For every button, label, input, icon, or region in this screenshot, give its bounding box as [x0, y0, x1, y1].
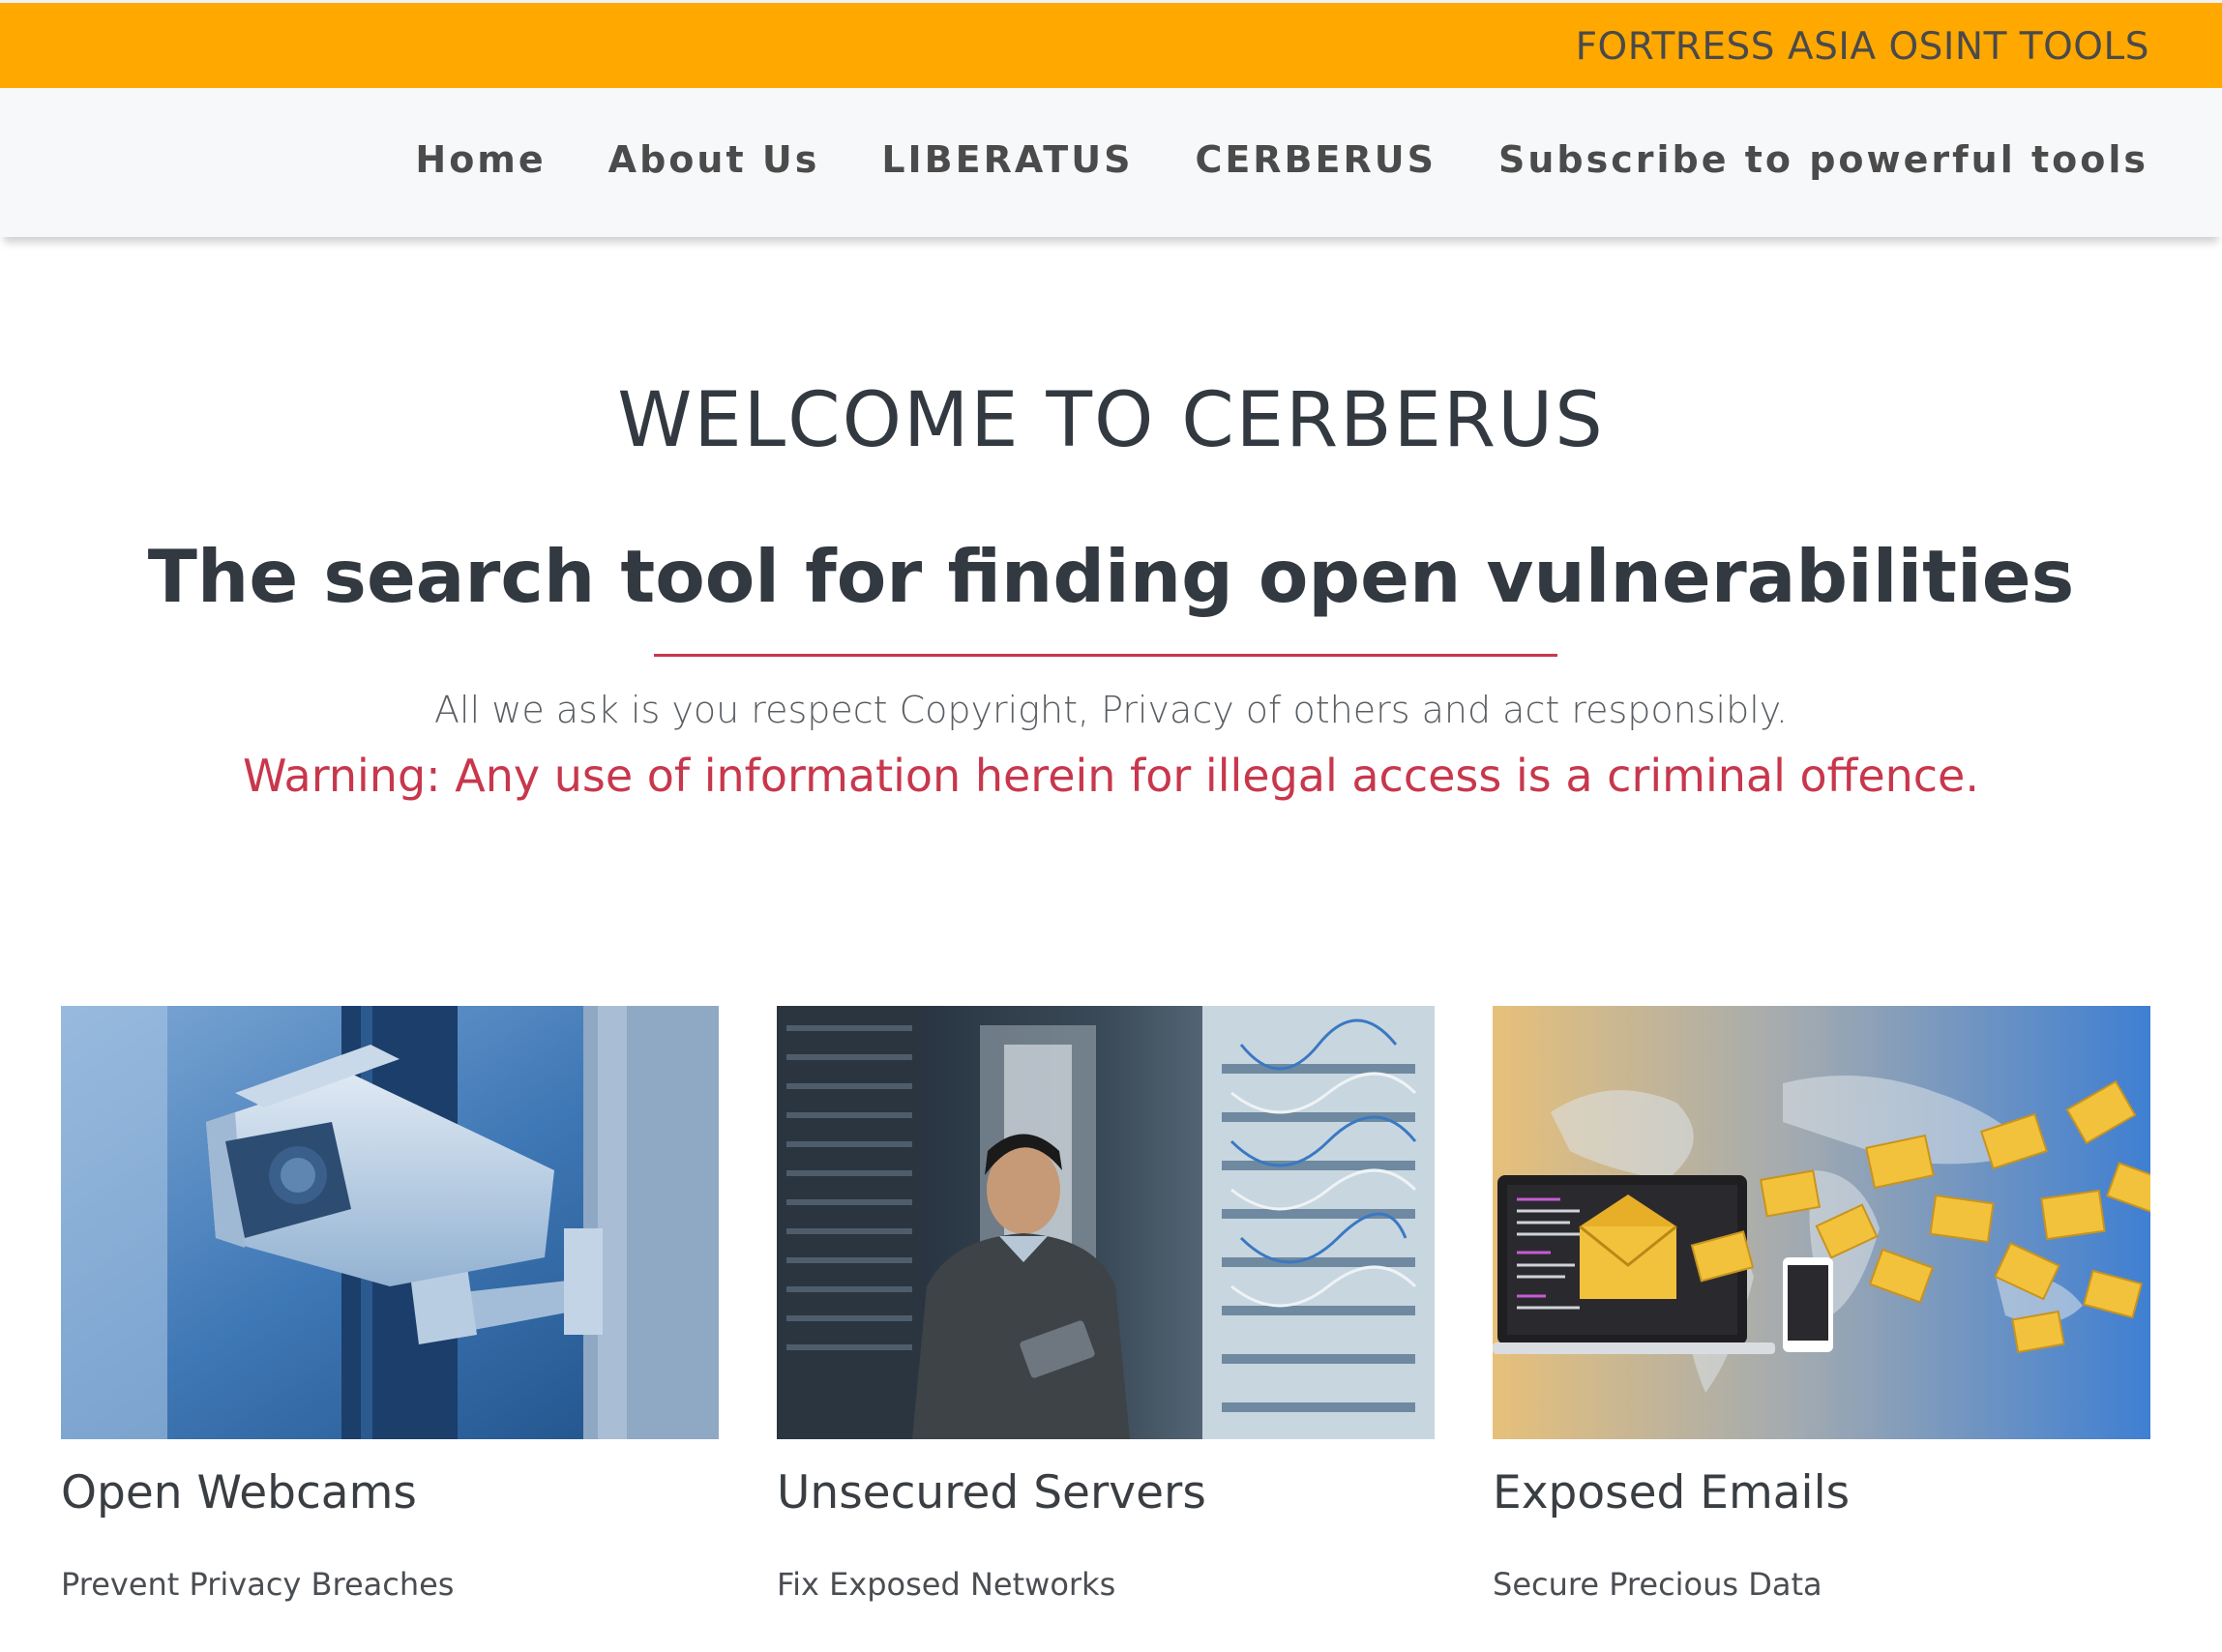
nav-item-cerberus[interactable]: CERBERUS — [1195, 138, 1437, 181]
security-camera-image[interactable] — [61, 1006, 719, 1439]
nav-item-subscribe[interactable]: Subscribe to powerful tools — [1498, 138, 2148, 181]
card-title[interactable]: Unsecured Servers — [777, 1466, 1435, 1519]
card-title[interactable]: Exposed Emails — [1493, 1466, 2150, 1519]
page-tagline: The search tool for finding open vulnera… — [147, 534, 2075, 619]
card-title[interactable]: Open Webcams — [61, 1466, 719, 1519]
nav-item-home[interactable]: Home — [415, 138, 546, 181]
top-banner: FORTRESS ASIA OSINT TOOLS — [0, 0, 2222, 88]
card-subtitle: Fix Exposed Networks — [777, 1566, 1116, 1603]
main-navigation: Home About Us LIBERATUS CERBERUS Subscri… — [0, 88, 2222, 237]
card-subtitle: Prevent Privacy Breaches — [61, 1566, 455, 1603]
card-unsecured-servers[interactable]: Unsecured Servers Fix Exposed Networks — [777, 1006, 1435, 1603]
legal-warning: Warning: Any use of information herein f… — [243, 750, 1979, 802]
page-title: WELCOME TO CERBERUS — [617, 377, 1605, 464]
title-divider — [654, 654, 1557, 657]
nav-item-about-us[interactable]: About Us — [608, 138, 820, 181]
brand-title: FORTRESS ASIA OSINT TOOLS — [1575, 25, 2149, 69]
server-room-image[interactable] — [777, 1006, 1435, 1439]
card-open-webcams[interactable]: Open Webcams Prevent Privacy Breaches — [61, 1006, 719, 1603]
email-envelopes-image[interactable] — [1493, 1006, 2150, 1439]
respect-notice: All we ask is you respect Copyright, Pri… — [434, 689, 1788, 731]
card-exposed-emails[interactable]: Exposed Emails Secure Precious Data — [1493, 1006, 2150, 1603]
card-subtitle: Secure Precious Data — [1493, 1566, 1822, 1603]
nav-item-liberatus[interactable]: LIBERATUS — [881, 138, 1133, 181]
nav-menu: Home About Us LIBERATUS CERBERUS Subscri… — [415, 138, 2148, 181]
